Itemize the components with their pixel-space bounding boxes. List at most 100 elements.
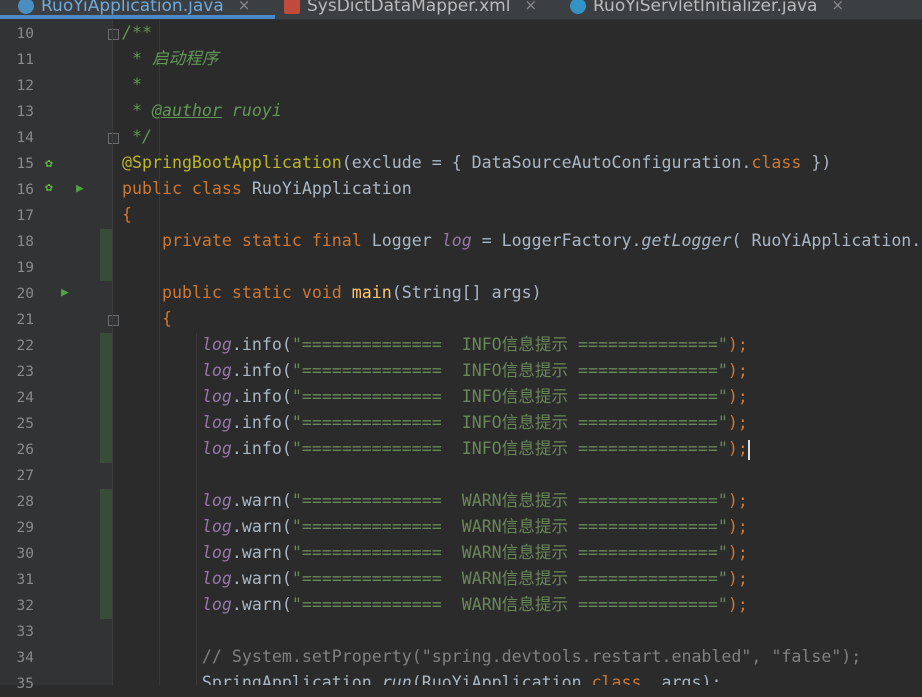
code-line-11: * 启动程序 bbox=[122, 46, 218, 72]
method-call: .warn( bbox=[231, 543, 292, 562]
string-literal: "============== INFO信息提示 ==============" bbox=[291, 361, 728, 380]
line-number: 35 bbox=[16, 676, 34, 692]
keyword: class bbox=[751, 153, 802, 172]
code-editor[interactable]: /** * 启动程序 * * @author ruoyi */ @SpringB… bbox=[113, 20, 922, 685]
run-icon[interactable]: ▶ bbox=[76, 182, 84, 195]
code-line-14: */ bbox=[122, 124, 152, 150]
comment: ruoyi bbox=[221, 101, 282, 120]
comment: * bbox=[122, 101, 152, 120]
line-number: 23 bbox=[16, 364, 34, 380]
method-call: .warn( bbox=[231, 569, 292, 588]
tab-ruoyi-application[interactable]: RuoYiApplication.java × bbox=[18, 0, 270, 19]
method-call: run bbox=[381, 673, 412, 685]
close-icon[interactable]: × bbox=[831, 0, 844, 14]
line-number: 29 bbox=[16, 520, 34, 536]
java-class-icon bbox=[18, 0, 34, 14]
line-number: 18 bbox=[16, 234, 34, 250]
line-number: 32 bbox=[16, 598, 34, 614]
vcs-change-marker[interactable] bbox=[100, 333, 112, 463]
vcs-change-marker[interactable] bbox=[100, 489, 112, 619]
code-text: }) bbox=[801, 153, 832, 172]
line-number: 27 bbox=[16, 468, 34, 484]
code-line-30: log.warn("============== WARN信息提示 ======… bbox=[122, 540, 748, 566]
code-line-16: public class RuoYiApplication bbox=[122, 176, 412, 202]
line-comment: // System.setProperty("spring.devtools.r… bbox=[122, 647, 862, 666]
field-name: log bbox=[201, 335, 232, 354]
line-number: 26 bbox=[16, 442, 34, 458]
string-literal: "============== WARN信息提示 ==============" bbox=[291, 517, 728, 536]
field-name: log bbox=[201, 439, 232, 458]
code-line-20: public static void main(String[] args) bbox=[122, 280, 542, 306]
code-line-29: log.warn("============== WARN信息提示 ======… bbox=[122, 514, 748, 540]
line-number: 19 bbox=[16, 260, 34, 276]
xml-file-icon bbox=[284, 0, 300, 14]
tab-sys-dict-data-mapper[interactable]: SysDictDataMapper.xml × bbox=[284, 0, 556, 19]
field-name: log bbox=[201, 595, 232, 614]
field-name: log bbox=[201, 543, 232, 562]
line-number: 15 bbox=[16, 156, 34, 172]
line-number: 21 bbox=[16, 312, 34, 328]
line-number: 31 bbox=[16, 572, 34, 588]
string-literal: "============== INFO信息提示 ==============" bbox=[291, 387, 728, 406]
vcs-change-marker[interactable] bbox=[100, 229, 112, 281]
string-literal: "============== WARN信息提示 ==============" bbox=[291, 569, 728, 588]
method-call: .warn( bbox=[231, 517, 292, 536]
line-number: 17 bbox=[16, 208, 34, 224]
line-number: 25 bbox=[16, 416, 34, 432]
code-text: , args); bbox=[641, 673, 722, 685]
code-line-26: log.info("============== INFO信息提示 ======… bbox=[122, 436, 750, 462]
type-name: Logger bbox=[361, 231, 442, 250]
class-name: RuoYiApplication bbox=[241, 179, 412, 198]
tab-label: SysDictDataMapper.xml bbox=[307, 0, 511, 16]
keyword: public class bbox=[122, 179, 242, 198]
comment: * 启动程序 bbox=[122, 49, 219, 68]
code-line-13: * @author ruoyi bbox=[122, 98, 282, 124]
string-literal: "============== WARN信息提示 ==============" bbox=[291, 491, 728, 510]
code-line-15: @SpringBootApplication(exclude = { DataS… bbox=[122, 150, 831, 176]
field-name: log bbox=[441, 231, 472, 250]
field-name: log bbox=[201, 413, 232, 432]
keyword: public static void bbox=[122, 283, 342, 302]
code-line-32: log.warn("============== WARN信息提示 ======… bbox=[122, 592, 748, 618]
code-line-10: /** bbox=[122, 20, 152, 46]
line-number: 13 bbox=[16, 104, 34, 120]
javadoc-tag: @author bbox=[151, 101, 222, 120]
close-icon[interactable]: × bbox=[238, 0, 251, 14]
code-line-31: log.warn("============== WARN信息提示 ======… bbox=[122, 566, 748, 592]
spring-bean-icon[interactable]: ✿ bbox=[45, 157, 53, 170]
code-line-25: log.info("============== INFO信息提示 ======… bbox=[122, 410, 748, 436]
code-text: ); bbox=[727, 491, 748, 510]
spring-bean-icon[interactable]: ✿ bbox=[45, 181, 53, 194]
code-text: ); bbox=[727, 335, 748, 354]
code-text: ); bbox=[727, 517, 748, 536]
line-number: 34 bbox=[16, 650, 34, 666]
code-text: ); bbox=[727, 439, 748, 458]
string-literal: "============== INFO信息提示 ==============" bbox=[291, 439, 728, 458]
line-number: 14 bbox=[16, 130, 34, 146]
run-icon[interactable]: ▶ bbox=[61, 286, 69, 299]
string-literal: "============== WARN信息提示 ==============" bbox=[291, 543, 728, 562]
editor-tab-bar: RuoYiApplication.java × SysDictDataMappe… bbox=[0, 0, 922, 20]
text-caret bbox=[747, 439, 750, 460]
code-line-35: SpringApplication.run(RuoYiApplication.c… bbox=[122, 670, 722, 685]
line-number: 30 bbox=[16, 546, 34, 562]
brace: { bbox=[122, 309, 172, 328]
string-literal: "============== INFO信息提示 ==============" bbox=[291, 413, 728, 432]
field-name: log bbox=[201, 387, 232, 406]
code-text: ); bbox=[727, 413, 748, 432]
code-text: ); bbox=[727, 543, 748, 562]
comment: */ bbox=[122, 127, 152, 146]
tab-ruoyi-servlet-initializer[interactable]: RuoYiServletInitializer.java × bbox=[570, 0, 870, 19]
keyword: private static final bbox=[122, 231, 362, 250]
code-text: = LoggerFactory. bbox=[471, 231, 642, 250]
method-call: .info( bbox=[231, 335, 292, 354]
string-literal: "============== INFO信息提示 ==============" bbox=[291, 335, 728, 354]
method-call: .info( bbox=[231, 361, 292, 380]
comment: /** bbox=[122, 23, 152, 42]
tab-label: RuoYiApplication.java bbox=[41, 0, 224, 16]
code-text: (exclude = { DataSourceAutoConfiguration… bbox=[341, 153, 752, 172]
code-line-12: * bbox=[122, 72, 142, 98]
string-literal: "============== WARN信息提示 ==============" bbox=[291, 595, 728, 614]
close-icon[interactable]: × bbox=[524, 0, 537, 14]
line-number: 24 bbox=[16, 390, 34, 406]
